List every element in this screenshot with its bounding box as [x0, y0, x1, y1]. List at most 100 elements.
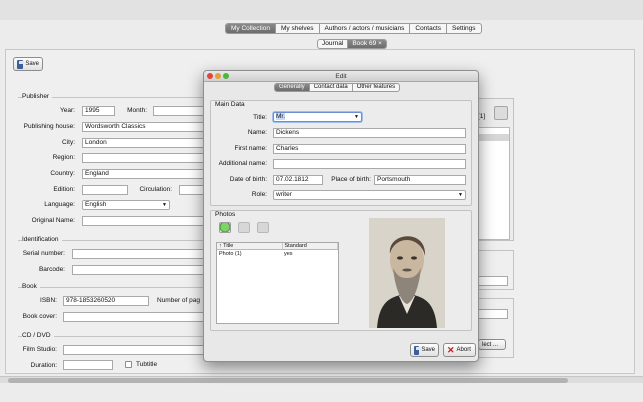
tab-generally[interactable]: Generally: [275, 84, 310, 91]
language-select[interactable]: English ▼: [82, 200, 170, 210]
doc-tab-book[interactable]: Book 69 ×: [348, 40, 386, 48]
main-nav: My Collection My shelves Authors / actor…: [225, 23, 482, 34]
dialog-save-button[interactable]: Save: [410, 343, 439, 357]
duration-label: Duration:: [30, 362, 57, 369]
edition-label: Edition:: [53, 186, 75, 193]
language-value: English: [85, 201, 107, 208]
chevron-down-icon: ▼: [162, 202, 167, 208]
date-of-birth-label: Date of birth:: [229, 176, 267, 183]
dialog-titlebar: Edit: [204, 71, 478, 82]
cd-dvd-title: CD / DVD: [22, 332, 54, 339]
year-field[interactable]: 1995: [82, 106, 115, 116]
book-cover-field[interactable]: [63, 312, 205, 322]
publishing-house-label: Publishing house:: [23, 123, 75, 130]
zoom-window-icon[interactable]: [223, 73, 229, 79]
save-button[interactable]: Save: [13, 57, 43, 71]
circulation-label: Circulation:: [139, 186, 172, 193]
edition-field[interactable]: [82, 185, 128, 195]
country-field[interactable]: England: [82, 169, 205, 179]
publisher-section: [18, 97, 218, 233]
tab-my-shelves[interactable]: My shelves: [276, 24, 320, 33]
add-photo-icon[interactable]: [219, 222, 231, 233]
subtitle-checkbox[interactable]: [125, 361, 132, 368]
title-select[interactable]: Mr. ▼: [273, 112, 362, 122]
barcode-label: Barcode:: [38, 266, 65, 273]
dialog-tabs: Generally Contact data Other features: [274, 83, 401, 92]
title-label: Title:: [253, 114, 267, 121]
edit-dialog: Edit Generally Contact data Other featur…: [203, 70, 479, 362]
tab-my-collection[interactable]: My Collection: [226, 24, 277, 33]
settings-icon[interactable]: [494, 106, 508, 120]
role-value: writer: [276, 191, 292, 198]
portrait-photo: [369, 218, 445, 328]
right-panel-header: [479, 134, 509, 141]
abort-label: Abort: [456, 347, 471, 353]
isbn-label: ISBN:: [40, 297, 57, 304]
window-top-bar: [0, 0, 643, 20]
close-window-icon[interactable]: [207, 73, 213, 79]
select-button-label: lect ...: [482, 341, 499, 348]
photo-standard-cell: yes: [284, 251, 293, 257]
country-label: Country:: [50, 170, 75, 177]
right-panel-list: [478, 127, 510, 240]
close-icon[interactable]: ×: [378, 40, 382, 47]
name-field[interactable]: Dickens: [273, 128, 466, 138]
dialog-save-label: Save: [421, 347, 435, 353]
serial-number-field[interactable]: [72, 249, 205, 259]
publishing-house-field[interactable]: Wordsworth Classics: [82, 122, 205, 132]
right-panel-field-2[interactable]: [478, 309, 508, 319]
name-label: Name:: [247, 129, 267, 136]
additional-name-field[interactable]: [273, 159, 466, 169]
title-value: Mr.: [276, 113, 286, 120]
place-of-birth-field[interactable]: Portsmouth: [374, 175, 466, 185]
role-label: Role:: [251, 191, 267, 198]
additional-name-label: Additional name:: [218, 160, 267, 167]
region-label: Region:: [52, 154, 75, 161]
select-button[interactable]: lect ...: [478, 339, 506, 350]
abort-button[interactable]: ✕ Abort: [443, 343, 476, 357]
minimize-window-icon[interactable]: [215, 73, 221, 79]
duration-field[interactable]: [63, 360, 113, 370]
save-button-label: Save: [25, 61, 39, 67]
edit-photo-icon[interactable]: [238, 222, 250, 233]
circulation-field[interactable]: [179, 185, 205, 195]
first-name-field[interactable]: Charles: [273, 144, 466, 154]
identification-title: Identification: [22, 236, 62, 243]
region-field[interactable]: [82, 153, 205, 163]
film-studio-field[interactable]: [63, 345, 205, 355]
first-name-label: First name:: [234, 145, 267, 152]
isbn-field[interactable]: 978-1853260520: [63, 296, 149, 306]
photos-title: Photos: [215, 211, 236, 218]
city-label: City:: [62, 139, 75, 146]
tab-contact-data[interactable]: Contact data: [310, 84, 353, 91]
serial-number-label: Serial number:: [22, 250, 65, 257]
original-name-field[interactable]: [82, 216, 205, 226]
abort-icon: ✕: [447, 344, 455, 355]
subtitle-label: Tubtitle: [136, 361, 158, 368]
tab-other-features[interactable]: Other features: [353, 84, 399, 91]
doc-tab-journal[interactable]: Journal: [318, 40, 349, 48]
table-row[interactable]: Photo (1) yes: [217, 250, 338, 259]
role-select[interactable]: writer ▼: [273, 190, 466, 200]
month-field[interactable]: [153, 106, 205, 116]
original-name-label: Original Name:: [31, 217, 75, 224]
document-tabs: Journal Book 69 ×: [317, 39, 387, 49]
city-field[interactable]: London: [82, 138, 205, 148]
scrollbar-thumb[interactable]: [8, 378, 568, 383]
tab-contacts[interactable]: Contacts: [410, 24, 448, 33]
floppy-icon: [17, 59, 25, 69]
film-studio-label: Film Studio:: [22, 346, 57, 353]
dialog-title: Edit: [335, 73, 347, 80]
pages-label: Number of pag: [157, 297, 200, 304]
date-of-birth-field[interactable]: 07.02.1812: [273, 175, 323, 185]
barcode-field[interactable]: [72, 265, 205, 275]
publisher-title: Publisher: [22, 93, 53, 100]
right-panel-field[interactable]: [478, 276, 508, 286]
tab-authors[interactable]: Authors / actors / musicians: [320, 24, 411, 33]
book-cover-label: Book cover:: [22, 313, 57, 320]
photos-table: ↑ Title Standard Photo (1) yes: [216, 242, 339, 324]
delete-photo-icon[interactable]: [257, 222, 269, 233]
tab-settings[interactable]: Settings: [447, 24, 481, 33]
horizontal-scrollbar[interactable]: [0, 376, 643, 383]
floppy-icon: [414, 345, 422, 355]
